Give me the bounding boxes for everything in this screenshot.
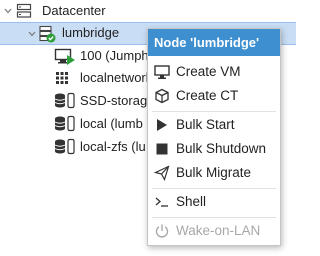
tree-item-label: localnetwork [80, 70, 153, 85]
menu-item-shell[interactable]: Shell [148, 190, 280, 214]
menu-item-bulk-migrate[interactable]: Bulk Migrate [148, 161, 280, 185]
datacenter-label: Datacenter [42, 3, 106, 18]
menu-item-label: Bulk Migrate [176, 165, 252, 180]
tree-item-label: SSD-storag [80, 93, 148, 108]
menu-item-bulk-start[interactable]: Bulk Start [148, 113, 280, 137]
tree-item-label: 100 (Jumph [80, 48, 149, 63]
menu-item-create-vm[interactable]: Create VM [148, 60, 280, 84]
menu-separator [152, 188, 276, 189]
menu-item-label: Create CT [176, 88, 239, 103]
power-icon [155, 224, 169, 238]
storage-icon [54, 138, 75, 155]
tree-row-storage[interactable]: local (lumb [0, 113, 150, 135]
menu-title: Node 'lumbridge' [148, 29, 280, 56]
storage-icon [54, 115, 75, 132]
menu-item-label: Bulk Start [176, 117, 235, 132]
chevron-down-icon[interactable] [28, 30, 36, 38]
tree-item-label: local-zfs (lu [80, 139, 146, 154]
menu-separator [152, 111, 276, 112]
play-icon [157, 119, 167, 131]
tree-row-storage[interactable]: SSD-storag [0, 90, 150, 112]
menu-item-label: Bulk Shutdown [176, 141, 267, 156]
node-context-menu: Node 'lumbridge' Create VM Create CT Bul… [147, 28, 281, 246]
cube-icon [155, 88, 169, 104]
server-icon [16, 3, 32, 18]
send-icon [154, 165, 170, 181]
tree-row-vm[interactable]: 100 (Jumph [0, 45, 150, 67]
vm-running-icon [54, 48, 75, 65]
storage-icon [54, 92, 75, 109]
menu-item-create-ct[interactable]: Create CT [148, 84, 280, 108]
node-server-icon [39, 25, 56, 43]
menu-item-label: Create VM [176, 64, 241, 79]
stop-icon [156, 143, 168, 155]
node-label: lumbridge [62, 25, 120, 40]
menu-item-wake-on-lan[interactable]: Wake-on-LAN [148, 219, 280, 243]
tree-row-datacenter[interactable]: Datacenter [0, 0, 296, 22]
menu-item-label: Wake-on-LAN [176, 223, 261, 238]
terminal-icon [155, 197, 168, 207]
tree-row-network[interactable]: localnetwork [0, 67, 153, 89]
chevron-down-icon[interactable] [4, 7, 12, 15]
monitor-icon [154, 65, 170, 79]
menu-separator [152, 217, 276, 218]
tree-item-label: local (lumb [80, 116, 143, 131]
menu-item-bulk-shutdown[interactable]: Bulk Shutdown [148, 137, 280, 161]
menu-item-label: Shell [176, 194, 207, 209]
network-icon [56, 72, 68, 84]
tree-row-storage[interactable]: local-zfs (lu [0, 136, 150, 158]
